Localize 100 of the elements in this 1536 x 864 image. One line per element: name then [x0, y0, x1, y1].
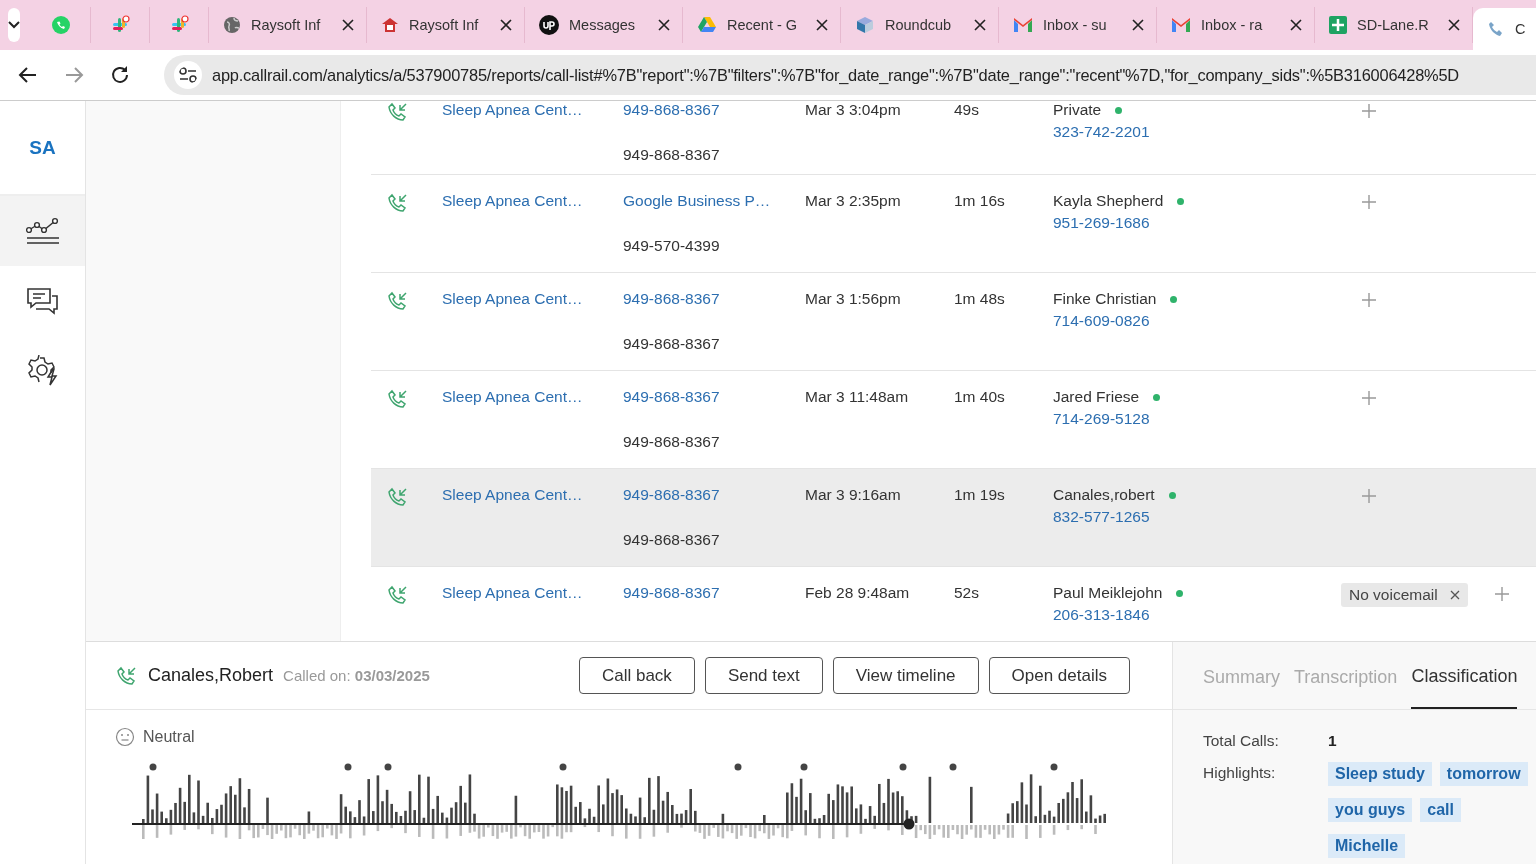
call-duration: 52s: [954, 584, 979, 601]
highlight-tag[interactable]: Michelle: [1328, 834, 1406, 858]
caller-name: Paul Meiklejohn: [1053, 584, 1163, 602]
tab-title: Recent - G: [727, 17, 799, 33]
envelope-icon: [1013, 17, 1033, 33]
envelope-icon: [1171, 17, 1191, 33]
cube-icon: [855, 16, 875, 34]
call-date: Feb 28 9:48am: [805, 584, 910, 601]
browser-tab[interactable]: Raysoft Inf: [209, 7, 367, 43]
label-chip[interactable]: No voicemail: [1341, 583, 1468, 607]
action-button[interactable]: View timeline: [832, 657, 979, 694]
source-link[interactable]: Sleep Apnea Cent…: [442, 101, 583, 118]
hash-icon: [110, 15, 130, 35]
status-dot: [1176, 589, 1184, 597]
call-row[interactable]: Sleep Apnea Cent… 949-868-8367 949-868-8367 Mar 3 1:56pm 1m 48s Finke Christian 714-609-0826: [371, 273, 1536, 371]
caller-phone-link[interactable]: 714-269-5128: [1053, 410, 1341, 428]
caller-phone-link[interactable]: 206-313-1846: [1053, 606, 1341, 624]
reload-icon[interactable]: [110, 65, 130, 85]
sidebar-item[interactable]: [0, 196, 85, 266]
forward-icon[interactable]: [64, 66, 84, 84]
caller-name: Kayla Shepherd: [1053, 192, 1164, 210]
highlight-tag[interactable]: call: [1420, 798, 1461, 822]
back-icon[interactable]: [18, 66, 38, 84]
tab-title: C: [1515, 21, 1527, 37]
browser-tab[interactable]: Raysoft Inf: [367, 7, 525, 43]
tracking-link[interactable]: 949-868-8367: [623, 290, 805, 308]
action-button[interactable]: Send text: [704, 657, 823, 694]
browser-tab[interactable]: Inbox - su: [999, 7, 1157, 43]
site-settings-icon[interactable]: [174, 61, 202, 89]
status-dot: [1170, 295, 1178, 303]
tab-title: Raysoft Inf: [409, 17, 480, 33]
close-icon[interactable]: [816, 19, 828, 31]
close-icon[interactable]: [500, 19, 512, 31]
circle-icon: [539, 15, 559, 35]
tab-title: SD-Lane.R: [1357, 17, 1430, 33]
tracking-link[interactable]: 949-868-8367: [623, 584, 805, 602]
source-link[interactable]: Sleep Apnea Cent…: [442, 584, 583, 601]
status-dot: [1177, 197, 1185, 205]
source-link[interactable]: Sleep Apnea Cent…: [442, 388, 583, 405]
browser-tab[interactable]: Roundcub: [841, 7, 999, 43]
close-icon[interactable]: [1448, 19, 1460, 31]
browser-tab[interactable]: Inbox - ra: [1157, 7, 1315, 43]
spreadsheet-icon: [1329, 16, 1347, 34]
call-duration: 49s: [954, 101, 979, 118]
incoming-call-icon: [387, 192, 409, 214]
tab-title: Raysoft Inf: [251, 17, 322, 33]
tracking-link[interactable]: Google Business P…: [623, 192, 805, 210]
remove-icon[interactable]: [1449, 590, 1460, 600]
caller-name: Jared Friese: [1053, 388, 1140, 406]
tab-title: Roundcub: [885, 17, 953, 33]
field-label: Highlights:: [1203, 764, 1277, 782]
close-icon[interactable]: [1132, 19, 1144, 31]
tracking-link[interactable]: 949-868-8367: [623, 101, 805, 119]
highlight-tag[interactable]: you guys: [1328, 798, 1413, 822]
caller-name: Canales,robert: [1053, 486, 1155, 504]
highlight-tag[interactable]: Sleep study: [1328, 762, 1432, 786]
browser-tab[interactable]: C: [1473, 8, 1536, 50]
tab-search-button[interactable]: [8, 8, 20, 42]
call-date: Mar 3 3:04pm: [805, 101, 901, 118]
line-chart-icon: [25, 216, 60, 246]
status-dot: [1168, 491, 1176, 499]
action-button[interactable]: Call back: [578, 657, 695, 694]
close-icon[interactable]: [974, 19, 986, 31]
caller-phone-link[interactable]: 832-577-1265: [1053, 508, 1341, 526]
phone-icon: [1487, 20, 1505, 38]
call-duration: 1m 16s: [954, 192, 1005, 209]
browser-tab[interactable]: SD-Lane.R: [1315, 7, 1473, 43]
action-button[interactable]: Open details: [988, 657, 1130, 694]
url-text: app.callrail.com/analytics/a/537900785/reports/call-list#%7B"report":%7B"filters":%7B"for_date_range":%7B"date_range":"recent"%7D,"for_company_sids":%5B316006428%5D: [212, 65, 1459, 85]
chat-icon: [25, 287, 60, 315]
call-row[interactable]: Sleep Apnea Cent… Google Business P… 949-570-4399 Mar 3 2:35pm 1m 16s Kayla Shepherd 951-269-1686: [371, 175, 1536, 273]
source-link[interactable]: Sleep Apnea Cent…: [442, 290, 583, 307]
call-duration: 1m 40s: [954, 388, 1005, 405]
incoming-call-icon: [387, 584, 409, 606]
caller-phone-link[interactable]: 714-609-0826: [1053, 312, 1341, 330]
chevron-down-icon: [8, 21, 20, 29]
close-icon[interactable]: [342, 19, 354, 31]
close-icon[interactable]: [658, 19, 670, 31]
address-bar[interactable]: app.callrail.com/analytics/a/537900785/reports/call-list#%7B"report":%7B"filters":%7B"for_date_range":%7B"date_range":"recent"%7D,"for_company_sids":%5B316006428%5D: [164, 55, 1536, 95]
browser-tab[interactable]: Messages: [525, 7, 683, 43]
caller-phone-link[interactable]: 951-269-1686: [1053, 214, 1341, 232]
call-row[interactable]: Sleep Apnea Cent… 949-868-8367 949-868-8367 Mar 3 9:16am 1m 19s Canales,robert 832-577-1265: [371, 469, 1536, 567]
call-date: Mar 3 2:35pm: [805, 192, 901, 209]
call-duration: 1m 19s: [954, 486, 1005, 503]
highlight-tag[interactable]: tomorrow: [1439, 762, 1528, 786]
browser-tab[interactable]: Recent - G: [683, 7, 841, 43]
receiving-number: 949-868-8367: [623, 146, 721, 164]
globe-icon: [223, 16, 241, 34]
tracking-link[interactable]: 949-868-8367: [623, 388, 805, 406]
receiving-number: 949-868-8367: [623, 531, 721, 549]
close-icon[interactable]: [1290, 19, 1302, 31]
source-link[interactable]: Sleep Apnea Cent…: [442, 486, 583, 503]
caller-phone-link[interactable]: 323-742-2201: [1053, 123, 1341, 141]
panel-tab[interactable]: Classification: [1411, 642, 1518, 709]
drive-icon: [697, 16, 717, 34]
source-link[interactable]: Sleep Apnea Cent…: [442, 192, 583, 209]
caller-name: Private: [1053, 101, 1102, 119]
call-row[interactable]: Sleep Apnea Cent… 949-868-8367 949-868-8367 Mar 3 3:04pm 49s Private 323-742-2201: [371, 101, 1536, 175]
tracking-link[interactable]: 949-868-8367: [623, 486, 805, 504]
field-value: 1: [1328, 732, 1337, 750]
